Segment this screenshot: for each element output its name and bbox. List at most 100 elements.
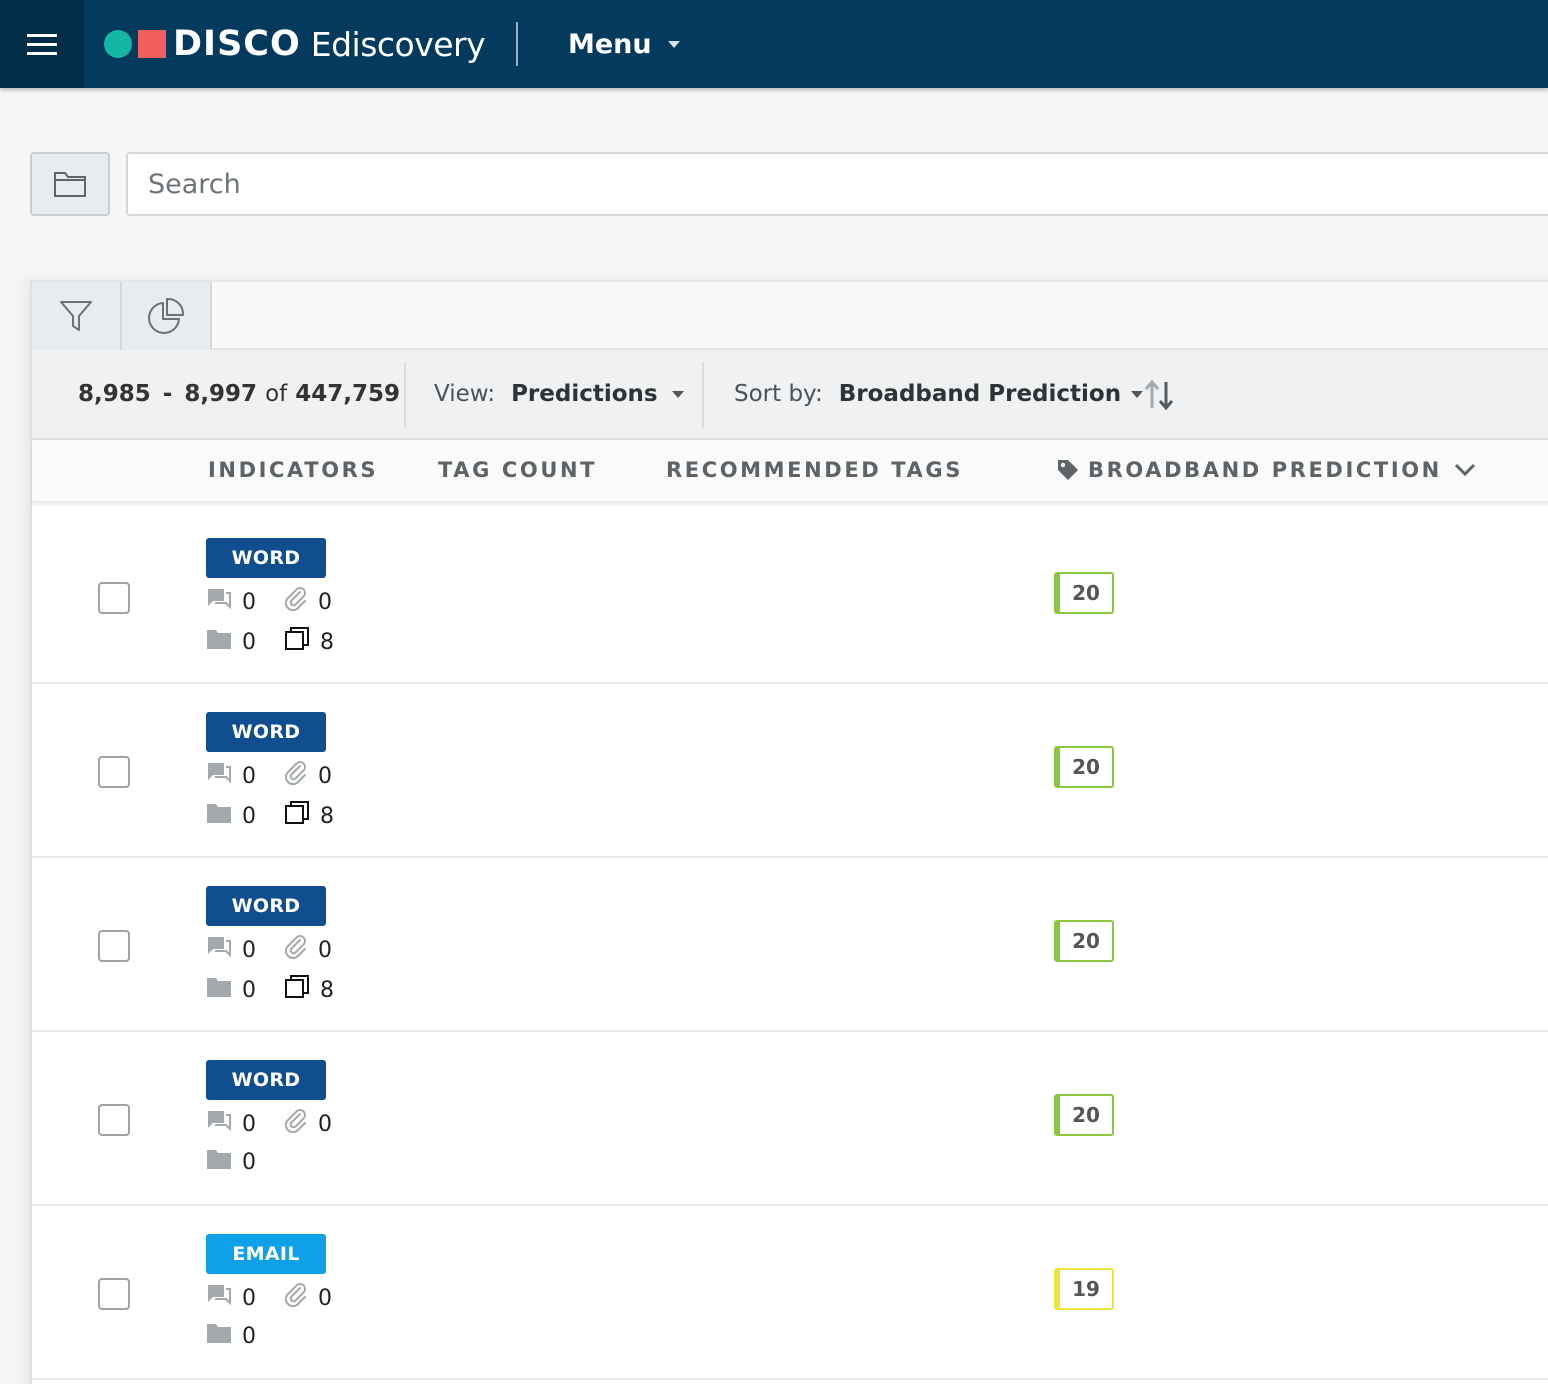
result-row[interactable]: WORD 0 0 0 20 [32, 1032, 1548, 1206]
logo-product-text: Ediscovery [310, 24, 486, 64]
paperclip-icon [284, 934, 308, 966]
indicator-line-2: 0 [206, 1322, 264, 1350]
folder-icon [54, 172, 86, 197]
folder-button[interactable] [30, 152, 110, 216]
folder-count: 0 [242, 1149, 256, 1175]
doc-type-badge: WORD [206, 1060, 326, 1100]
panel-tab-bar [32, 280, 1548, 350]
filter-tab[interactable] [32, 282, 122, 350]
hamburger-menu-button[interactable] [0, 0, 84, 88]
doc-type-badge: EMAIL [206, 1234, 326, 1274]
prediction-score-badge: 19 [1054, 1268, 1114, 1310]
logo-square-icon [138, 30, 166, 58]
comment-count: 0 [242, 589, 256, 615]
search-input[interactable] [128, 154, 1548, 214]
versions-icon [284, 974, 310, 1006]
paperclip-icon [284, 760, 308, 792]
prediction-score-badge: 20 [1054, 920, 1114, 962]
column-tag-count[interactable]: TAG COUNT [438, 458, 597, 482]
top-navbar: DISCO Ediscovery Menu [0, 0, 1548, 88]
column-header-row: INDICATORS TAG COUNT RECOMMENDED TAGS BR… [32, 440, 1548, 502]
doc-type-badge: WORD [206, 538, 326, 578]
results-panel: 8,985 - 8,997 of 447,759 View: Predictio… [30, 280, 1548, 1384]
indicator-line-1: 00 [206, 586, 340, 618]
main-menu-dropdown[interactable]: Menu [568, 26, 680, 62]
results-toolbar: 8,985 - 8,997 of 447,759 View: Predictio… [32, 350, 1548, 440]
versions-count: 8 [320, 629, 334, 655]
range-separator: - [162, 381, 173, 407]
folder-count: 0 [242, 803, 256, 829]
sort-label: Sort by: [734, 381, 823, 407]
comment-count: 0 [242, 1285, 256, 1311]
row-checkbox[interactable] [98, 1278, 130, 1310]
toolbar-divider [404, 362, 406, 428]
indicator-line-2: 08 [206, 800, 342, 832]
folder-icon [206, 628, 232, 656]
result-row[interactable]: EMAIL 0 0 0 19 [32, 1206, 1548, 1380]
column-indicators[interactable]: INDICATORS [208, 458, 378, 482]
attachment-count: 0 [318, 937, 332, 963]
result-row[interactable]: WORD 0 0 0 8 20 [32, 510, 1548, 684]
indicator-line-2: 08 [206, 626, 342, 658]
paperclip-icon [284, 1282, 308, 1314]
row-checkbox[interactable] [98, 1104, 130, 1136]
doc-type-badge: WORD [206, 886, 326, 926]
tag-icon [1058, 460, 1078, 480]
row-checkbox[interactable] [98, 756, 130, 788]
column-broadband-label: BROADBAND PREDICTION [1088, 458, 1442, 482]
folder-icon [206, 976, 232, 1004]
indicator-line-1: 00 [206, 760, 340, 792]
indicator-line-1: 00 [206, 1108, 340, 1140]
caret-down-icon [671, 390, 684, 398]
search-field[interactable] [126, 152, 1548, 216]
versions-count: 8 [320, 977, 334, 1003]
folder-icon [206, 802, 232, 830]
prediction-score-badge: 20 [1054, 746, 1114, 788]
folder-count: 0 [242, 977, 256, 1003]
indicator-line-2: 0 [206, 1148, 264, 1176]
view-dropdown[interactable]: View: Predictions [434, 350, 684, 438]
comment-icon [206, 1109, 232, 1139]
sort-value: Broadband Prediction [838, 381, 1122, 407]
paperclip-icon [284, 1108, 308, 1140]
nav-divider [516, 22, 518, 66]
results-list: WORD 0 0 0 8 20 WORD 0 0 0 8 20 WORD 0 0 0 8 20 WORD 0 0 0 20 E… [32, 510, 1548, 1380]
range-start: 8,985 [78, 381, 151, 407]
versions-icon [284, 626, 310, 658]
column-recommended-tags[interactable]: RECOMMENDED TAGS [666, 458, 963, 482]
pie-chart-icon [148, 297, 185, 334]
attachment-count: 0 [318, 1285, 332, 1311]
folder-count: 0 [242, 629, 256, 655]
comment-icon [206, 935, 232, 965]
prediction-score-badge: 20 [1054, 572, 1114, 614]
comment-icon [206, 587, 232, 617]
chart-tab[interactable] [122, 282, 212, 350]
sort-direction-icon[interactable] [1142, 378, 1176, 412]
row-checkbox[interactable] [98, 930, 130, 962]
range-of: of [265, 381, 288, 407]
attachment-count: 0 [318, 763, 332, 789]
versions-icon [284, 800, 310, 832]
result-row[interactable]: WORD 0 0 0 8 20 [32, 858, 1548, 1032]
comment-count: 0 [242, 937, 256, 963]
hamburger-icon [27, 31, 57, 58]
comment-count: 0 [242, 1111, 256, 1137]
prediction-score-badge: 20 [1054, 1094, 1114, 1136]
sort-dropdown[interactable]: Sort by: Broadband Prediction [734, 350, 1144, 438]
logo-brand-text: DISCO [173, 24, 301, 64]
folder-icon [206, 1148, 232, 1176]
comment-count: 0 [242, 763, 256, 789]
attachment-count: 0 [318, 589, 332, 615]
row-checkbox[interactable] [98, 582, 130, 614]
column-broadband-prediction[interactable]: BROADBAND PREDICTION [1056, 458, 1476, 482]
result-range: 8,985 - 8,997 of 447,759 [78, 350, 400, 438]
folder-icon [206, 1322, 232, 1350]
result-row[interactable]: WORD 0 0 0 8 20 [32, 684, 1548, 858]
caret-down-icon [667, 40, 680, 48]
toolbar-divider [702, 362, 704, 428]
logo-dot-icon [104, 30, 132, 58]
comment-icon [206, 1283, 232, 1313]
app-logo[interactable]: DISCO Ediscovery [104, 22, 486, 66]
range-end: 8,997 [184, 381, 258, 407]
paperclip-icon [284, 586, 308, 618]
